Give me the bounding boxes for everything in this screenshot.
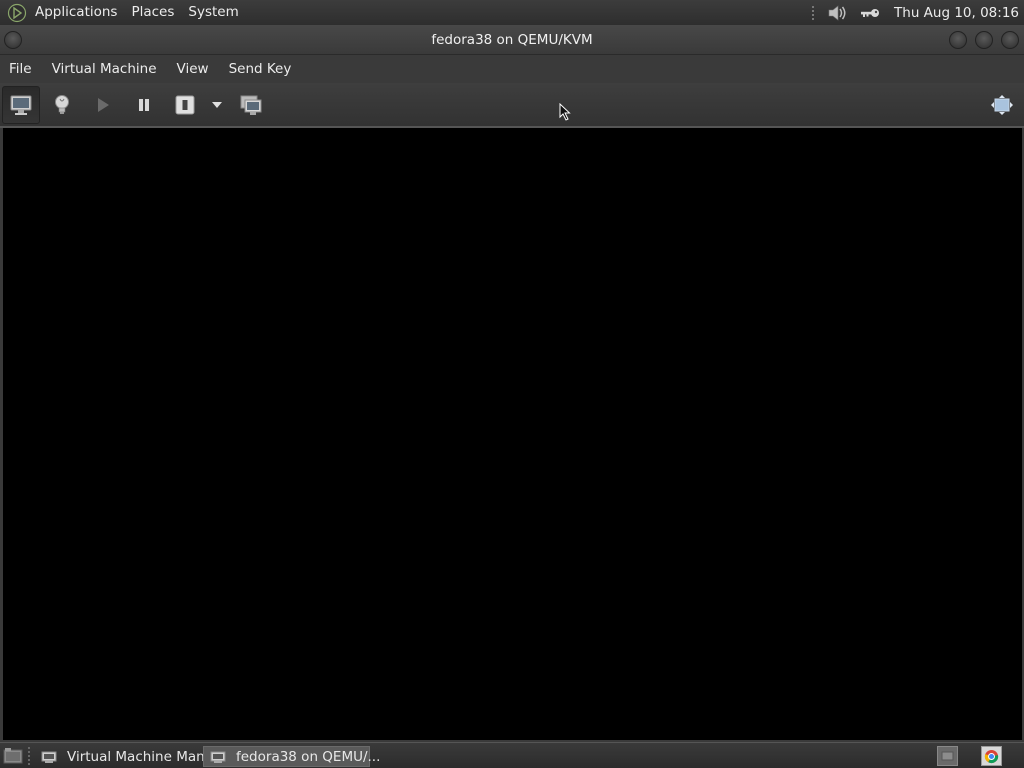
menu-file[interactable]: File bbox=[0, 55, 42, 83]
task-label: fedora38 on QEMU/... bbox=[236, 748, 381, 765]
taskbar-separator bbox=[28, 747, 30, 765]
workspace-1[interactable] bbox=[937, 746, 958, 766]
menubar: File Virtual Machine View Send Key bbox=[0, 55, 1024, 83]
console-view-button[interactable] bbox=[2, 86, 40, 124]
monitor-icon bbox=[10, 95, 32, 115]
menu-send-key[interactable]: Send Key bbox=[219, 55, 302, 83]
menu-view[interactable]: View bbox=[167, 55, 219, 83]
power-icon bbox=[175, 95, 195, 115]
snapshots-button[interactable] bbox=[232, 86, 270, 124]
browser-icon bbox=[984, 749, 999, 763]
applications-logo-icon[interactable] bbox=[6, 2, 28, 24]
bottom-panel: Virtual Machine Man... fedora38 on QEMU/… bbox=[0, 742, 1024, 768]
panel-clock[interactable]: Thu Aug 10, 08:16 bbox=[894, 5, 1019, 21]
key-icon[interactable] bbox=[858, 3, 882, 23]
vm-console-display[interactable] bbox=[3, 129, 1022, 741]
vm-console-icon bbox=[210, 750, 228, 764]
system-tray: Thu Aug 10, 08:16 bbox=[812, 0, 1024, 25]
task-label: Virtual Machine Man... bbox=[67, 748, 218, 765]
places-menu[interactable]: Places bbox=[124, 0, 181, 25]
fullscreen-icon bbox=[991, 95, 1013, 115]
run-button[interactable] bbox=[84, 86, 122, 124]
volume-icon[interactable] bbox=[826, 3, 850, 23]
applications-menu[interactable]: Applications bbox=[28, 0, 124, 25]
details-view-button[interactable] bbox=[43, 86, 81, 124]
toolbar bbox=[0, 83, 1024, 128]
task-fedora38-console[interactable]: fedora38 on QEMU/... bbox=[203, 746, 380, 767]
play-icon bbox=[98, 98, 109, 112]
workspace-2[interactable] bbox=[981, 746, 1002, 766]
minimize-button[interactable] bbox=[949, 31, 967, 49]
chevron-down-icon bbox=[212, 102, 222, 108]
pause-button[interactable] bbox=[125, 86, 163, 124]
window-title: fedora38 on QEMU/KVM bbox=[431, 32, 593, 48]
close-button[interactable] bbox=[1001, 31, 1019, 49]
show-desktop-icon[interactable] bbox=[3, 747, 23, 765]
task-virtual-machine-manager[interactable]: Virtual Machine Man... bbox=[35, 746, 218, 767]
window-title-bar[interactable]: fedora38 on QEMU/KVM bbox=[0, 25, 1024, 55]
system-menu[interactable]: System bbox=[181, 0, 245, 25]
maximize-button[interactable] bbox=[975, 31, 993, 49]
shutdown-menu-button[interactable] bbox=[204, 86, 230, 124]
menu-virtual-machine[interactable]: Virtual Machine bbox=[42, 55, 167, 83]
lightbulb-icon bbox=[55, 95, 69, 114]
fullscreen-button[interactable] bbox=[983, 86, 1021, 124]
shutdown-button[interactable] bbox=[166, 86, 204, 124]
mouse-cursor bbox=[559, 102, 571, 125]
vm-manager-icon bbox=[41, 750, 59, 764]
top-panel: Applications Places System Thu Aug 10, 0… bbox=[0, 0, 1024, 25]
panel-separator bbox=[812, 5, 815, 20]
workspace-window-icon bbox=[941, 751, 954, 760]
pause-icon bbox=[139, 99, 149, 111]
snapshots-icon bbox=[240, 95, 262, 115]
